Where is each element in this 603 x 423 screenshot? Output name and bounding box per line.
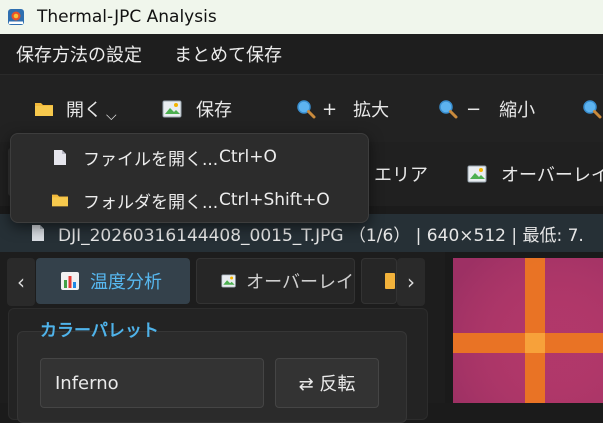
tab-partial[interactable] bbox=[361, 258, 397, 304]
magnifier-icon bbox=[583, 100, 602, 119]
chevron-right-icon: › bbox=[407, 270, 415, 294]
menu-save-settings[interactable]: 保存方法の設定 bbox=[0, 41, 158, 67]
folder-icon bbox=[52, 194, 68, 207]
overlay-toolbar-button[interactable]: オーバーレイ bbox=[467, 142, 603, 206]
zoom-in-label: 拡大 bbox=[353, 100, 390, 121]
folder-icon bbox=[35, 103, 53, 116]
document-icon bbox=[32, 225, 44, 241]
zoom-out-label: 縮小 bbox=[499, 100, 536, 121]
chevron-down-icon: ⌵ bbox=[106, 108, 117, 124]
open-file-shortcut: Ctrl+O bbox=[219, 147, 277, 167]
file-info-text: DJI_20260316144408_0015_T.JPG （1/6） | 64… bbox=[58, 225, 584, 246]
menu-item-open-folder[interactable]: フォルダを開く... Ctrl+Shift+O bbox=[11, 179, 368, 221]
chevron-left-icon: ‹ bbox=[17, 270, 25, 294]
menu-bar: 保存方法の設定 まとめて保存 bbox=[0, 34, 603, 74]
palette-select[interactable]: Inferno bbox=[40, 358, 264, 408]
area-label: エリア bbox=[374, 165, 428, 186]
reverse-label: ⇄ 反転 bbox=[298, 374, 356, 395]
palette-selected-value: Inferno bbox=[55, 372, 119, 394]
save-label: 保存 bbox=[196, 100, 232, 121]
menu-item-open-file[interactable]: ファイルを開く... Ctrl+O bbox=[11, 136, 368, 178]
zoom-out-button[interactable]: − 縮小 bbox=[438, 75, 535, 143]
image-viewer[interactable] bbox=[445, 252, 603, 403]
open-folder-shortcut: Ctrl+Shift+O bbox=[219, 190, 330, 210]
thermal-image bbox=[453, 258, 603, 403]
note-icon bbox=[385, 273, 395, 289]
open-label: 開く bbox=[66, 100, 102, 121]
tab-overlay-label: オーバーレイ bbox=[246, 272, 354, 293]
app-logo-icon bbox=[8, 9, 24, 25]
tab-temperature-analysis[interactable]: 温度分析 bbox=[36, 258, 190, 304]
fit-button[interactable] bbox=[582, 75, 602, 143]
area-button[interactable]: エリア bbox=[374, 142, 428, 206]
menu-batch-save[interactable]: まとめて保存 bbox=[158, 41, 298, 67]
window-title: Thermal-JPC Analysis bbox=[37, 7, 217, 27]
magnifier-icon bbox=[297, 100, 316, 119]
tab-overlay[interactable]: オーバーレイ bbox=[196, 258, 355, 304]
document-icon bbox=[54, 149, 66, 165]
bar-chart-icon bbox=[61, 272, 79, 290]
reverse-palette-button[interactable]: ⇄ 反転 bbox=[275, 358, 379, 408]
palette-group-title: カラーパレット bbox=[40, 321, 159, 341]
tab-scroll-left-button[interactable]: ‹ bbox=[7, 258, 35, 306]
magnifier-icon bbox=[439, 100, 458, 119]
minus-sign: − bbox=[466, 98, 482, 120]
title-bar: Thermal-JPC Analysis bbox=[0, 0, 603, 34]
image-icon bbox=[162, 100, 182, 118]
overlay-label: オーバーレイ bbox=[501, 165, 603, 186]
tab-temperature-analysis-label: 温度分析 bbox=[90, 272, 162, 293]
open-file-label: ファイルを開く... bbox=[83, 149, 219, 170]
plus-sign: + bbox=[322, 98, 338, 120]
image-icon bbox=[467, 165, 487, 183]
image-icon bbox=[221, 274, 236, 288]
tab-scroll-right-button[interactable]: › bbox=[397, 258, 425, 306]
open-folder-label: フォルダを開く... bbox=[83, 192, 219, 213]
open-dropdown-menu: ファイルを開く... Ctrl+O フォルダを開く... Ctrl+Shift+… bbox=[10, 133, 369, 223]
